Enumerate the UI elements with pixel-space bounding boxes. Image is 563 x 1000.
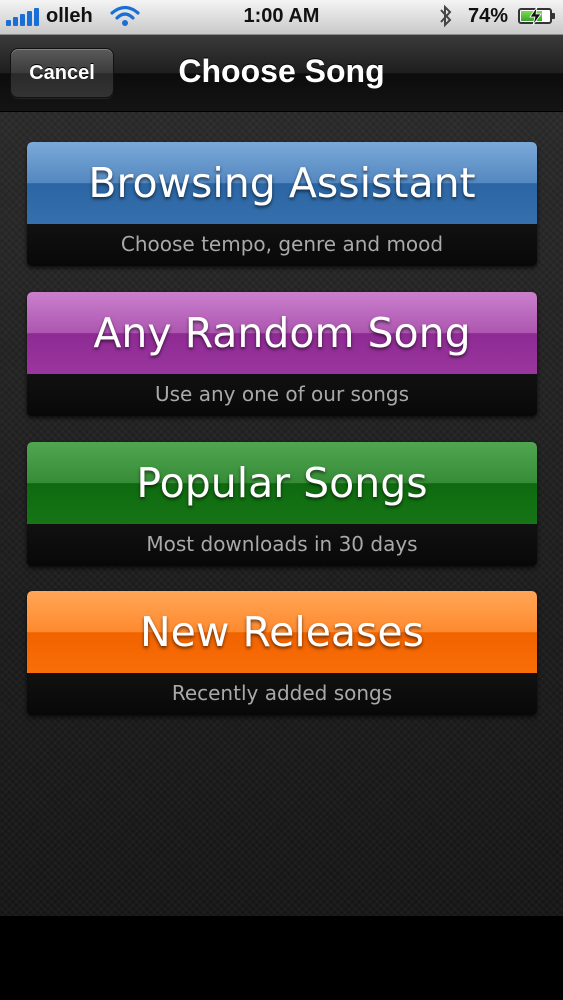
- status-bar: olleh 1:00 AM 74%: [0, 0, 563, 35]
- bluetooth-icon: [440, 4, 452, 28]
- option-title: New Releases: [139, 608, 425, 656]
- charging-bolt-icon: [529, 7, 542, 25]
- option-browsing-assistant[interactable]: Browsing Assistant Choose tempo, genre a…: [27, 142, 537, 266]
- option-subtitle: Choose tempo, genre and mood: [27, 224, 537, 266]
- option-subtitle: Use any one of our songs: [27, 374, 537, 416]
- option-any-random-song[interactable]: Any Random Song Use any one of our songs: [27, 292, 537, 416]
- option-new-releases[interactable]: New Releases Recently added songs: [27, 591, 537, 715]
- option-subtitle: Recently added songs: [27, 673, 537, 715]
- option-title: Popular Songs: [136, 459, 428, 507]
- battery-percent: 74%: [468, 5, 509, 27]
- option-popular-songs[interactable]: Popular Songs Most downloads in 30 days: [27, 442, 537, 566]
- bottom-bar: [0, 916, 563, 1000]
- page-title: Choose Song: [178, 53, 385, 89]
- screen: olleh 1:00 AM 74% Cancel Choose Song Bro…: [0, 0, 563, 1000]
- option-title: Any Random Song: [93, 309, 471, 357]
- option-title: Browsing Assistant: [88, 159, 476, 207]
- navigation-bar: Cancel Choose Song: [0, 35, 563, 112]
- option-subtitle: Most downloads in 30 days: [27, 524, 537, 566]
- battery-icon: [518, 7, 555, 25]
